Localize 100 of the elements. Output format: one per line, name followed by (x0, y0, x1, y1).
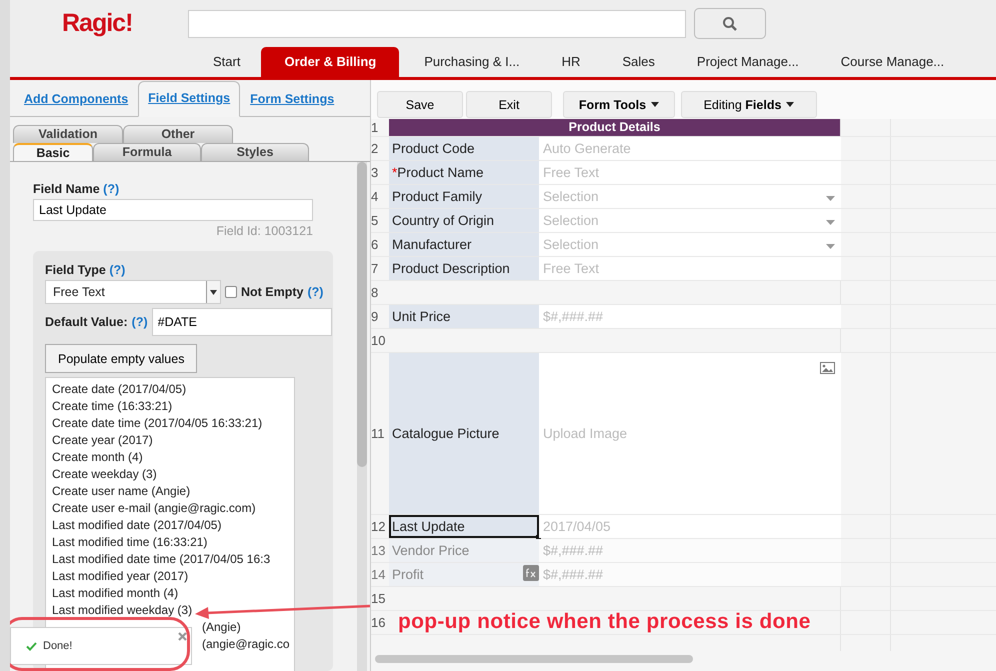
list-option[interactable]: Last modified date time (2017/04/05 16:3 (52, 551, 270, 568)
default-value-input[interactable]: #DATE (152, 308, 332, 336)
help-link[interactable]: (?) (308, 285, 324, 299)
row-number: 10 (371, 332, 386, 350)
caret-icon (826, 220, 835, 225)
row-number: 3 (371, 164, 380, 182)
sub-tab[interactable]: Other (123, 125, 233, 143)
sub-tab[interactable]: Basic (13, 143, 93, 161)
check-icon (26, 642, 37, 650)
field-label-cell[interactable]: Last Update (389, 515, 539, 538)
nav-tab[interactable]: Purchasing & I... (407, 47, 537, 77)
toolbar-button[interactable]: Form Tools (563, 91, 675, 118)
field-label-cell[interactable]: *Product Name (389, 161, 539, 184)
field-type-label: Field Type (45, 263, 106, 277)
checkbox[interactable] (225, 286, 237, 298)
field-label: Product Family (392, 189, 482, 204)
caret-icon (786, 102, 794, 107)
list-option[interactable]: Last modified year (2017) (52, 568, 188, 585)
list-option[interactable]: Create user e-mail (angie@ragic.com) (52, 500, 256, 517)
logo[interactable]: Ragic! (62, 9, 132, 38)
list-option[interactable]: Create month (4) (52, 449, 143, 466)
nav-tab[interactable]: Course Manage... (824, 47, 962, 77)
list-option[interactable]: Create date time (2017/04/05 16:33:21) (52, 415, 262, 432)
nav-tab[interactable]: HR (544, 47, 598, 77)
row-number: 15 (371, 590, 386, 608)
toolbar-button[interactable]: Save (377, 91, 463, 118)
field-id: Field Id: 1003121 (216, 224, 313, 238)
field-label-cell[interactable]: Product Description (389, 257, 539, 280)
list-option[interactable]: Last modified date (2017/04/05) (52, 517, 222, 534)
caret-icon (826, 196, 835, 201)
row-number: 9 (371, 308, 380, 326)
field-label: Product Name (397, 165, 484, 180)
nav-tab[interactable]: Order & Billing (261, 47, 400, 77)
row-number: 8 (371, 284, 380, 302)
list-option[interactable]: Last modified time (16:33:21) (52, 534, 208, 551)
nav-tab[interactable]: Sales (605, 47, 672, 77)
field-label: Vendor Price (392, 543, 470, 558)
field-label: Catalogue Picture (392, 426, 500, 441)
sub-tab[interactable]: Styles (201, 143, 309, 161)
search-field[interactable] (188, 10, 686, 38)
nav-tab[interactable]: Project Manage... (680, 47, 816, 77)
row-number: 7 (371, 260, 380, 278)
populate-button[interactable]: Populate empty values (45, 344, 198, 373)
field-label: Manufacturer (392, 237, 472, 252)
field-label: Profit (392, 567, 424, 582)
list-option[interactable]: Last modified month (4) (52, 585, 178, 602)
row-number: 4 (371, 188, 380, 206)
panel-tab[interactable]: Add Components (14, 82, 138, 116)
search-button[interactable] (694, 8, 766, 39)
field-placeholder: Selection (543, 189, 599, 204)
nav-tab[interactable]: Start (200, 47, 254, 77)
list-option[interactable]: Create time (16:33:21) (52, 398, 172, 415)
toast-message: Done! (43, 640, 72, 652)
list-option[interactable]: Create user name (Angie) (52, 483, 190, 500)
list-option[interactable]: (Angie) (202, 619, 241, 636)
not-empty-label: Not Empty (241, 285, 304, 299)
list-option[interactable]: Create year (2017) (52, 432, 153, 449)
sub-tab[interactable]: Formula (93, 143, 201, 161)
list-option[interactable]: Last modified weekday (3) (52, 602, 192, 619)
sub-tab[interactable]: Validation (13, 125, 123, 143)
field-placeholder: Auto Generate (543, 141, 631, 156)
toolbar-button[interactable]: Exit (466, 91, 552, 118)
field-name-label: Field Name (33, 182, 100, 196)
field-type-select[interactable]: Free Text (45, 280, 221, 304)
field-placeholder: $#,###.## (543, 567, 604, 582)
panel-tab[interactable]: Form Settings (240, 82, 344, 116)
list-option[interactable]: Create weekday (3) (52, 466, 157, 483)
field-placeholder: Upload Image (543, 426, 628, 441)
scrollbar[interactable] (357, 162, 367, 671)
row-number: 13 (371, 542, 386, 560)
field-name-input[interactable]: Last Update (33, 199, 313, 221)
search-icon (722, 16, 738, 32)
field-label-cell[interactable]: Manufacturer (389, 233, 539, 256)
field-placeholder: Selection (543, 213, 599, 228)
help-link[interactable]: (?) (132, 315, 148, 329)
help-link[interactable]: (?) (109, 263, 126, 277)
caret-icon (826, 244, 835, 249)
field-label-cell[interactable]: Catalogue Picture (389, 353, 539, 514)
field-label: Product Code (392, 141, 475, 156)
scrollbar[interactable] (371, 651, 996, 671)
field-label: Unit Price (392, 309, 451, 324)
list-option[interactable]: (angie@ragic.co (202, 636, 290, 653)
field-placeholder: Free Text (543, 165, 600, 180)
field-label-cell[interactable]: Unit Price (389, 305, 539, 328)
help-link[interactable]: (?) (103, 182, 120, 196)
panel-tab[interactable]: Field Settings (138, 81, 240, 117)
list-option[interactable]: Create date (2017/04/05) (52, 381, 186, 398)
row-number: 14 (371, 566, 386, 584)
field-label-cell[interactable]: Product Family (389, 185, 539, 208)
default-value-label: Default Value: (45, 315, 128, 329)
row-number: 5 (371, 212, 380, 230)
required-mark: * (392, 165, 398, 180)
row-number: 16 (371, 614, 386, 632)
row-number: 2 (371, 140, 380, 158)
field-placeholder: Selection (543, 237, 599, 252)
field-label-cell[interactable]: Product Code (389, 137, 539, 160)
section-header[interactable]: Product Details (389, 119, 840, 136)
field-label-cell[interactable]: Country of Origin (389, 209, 539, 232)
close-icon[interactable] (178, 632, 187, 641)
toolbar-button[interactable]: Editing Fields (681, 91, 817, 118)
